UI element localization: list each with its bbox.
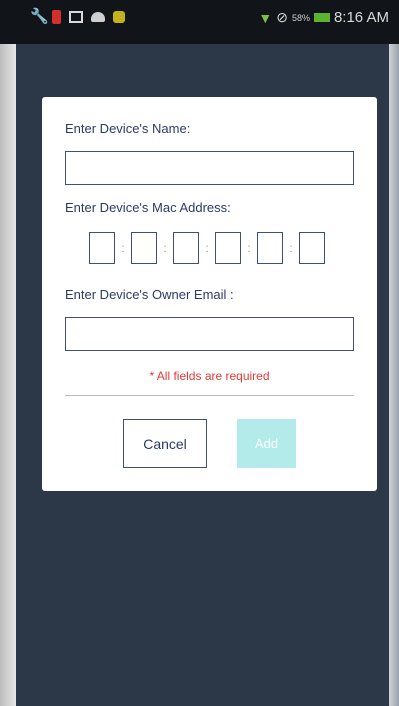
status-bar: 🔧 ▼ ⊘ 58% 8:16 AM [0,0,399,44]
no-sim-icon: ⊘ [276,9,288,25]
left-edge-strip [0,0,16,706]
device-name-input[interactable] [65,151,354,185]
battery-alert-icon [52,10,61,24]
mac-separator: : [163,241,167,255]
android-icon [91,12,105,22]
mac-address-fields: : : : : : [89,231,325,265]
device-name-label: Enter Device's Name: [65,121,191,136]
status-notifications: 🔧 [30,8,125,25]
wifi-icon: ▼ [258,9,273,26]
owner-email-label: Enter Device's Owner Email : [65,287,234,302]
owner-email-input[interactable] [65,317,354,351]
cancel-button[interactable]: Cancel [123,419,207,468]
mac-address-label: Enter Device's Mac Address: [65,200,231,215]
required-fields-notice: * All fields are required [149,369,270,383]
mac-octet-3-input[interactable] [173,232,199,264]
image-icon [69,11,83,23]
shopping-bag-icon [113,11,125,23]
mac-separator: : [205,241,209,255]
battery-percent: 58% [291,12,310,23]
add-button[interactable]: Add [237,419,296,468]
mac-octet-4-input[interactable] [215,232,241,264]
clock: 8:16 AM [333,9,389,26]
mac-separator: : [289,241,293,255]
wrench-icon: 🔧 [30,8,49,25]
add-device-dialog: Enter Device's Name: Enter Device's Mac … [42,97,377,491]
mac-octet-6-input[interactable] [299,232,325,264]
mac-octet-5-input[interactable] [257,232,283,264]
mac-octet-2-input[interactable] [131,232,157,264]
status-system: ▼ ⊘ 58% 8:16 AM [258,9,389,26]
mac-separator: : [247,241,251,255]
mac-separator: : [121,241,125,255]
mac-octet-1-input[interactable] [89,232,115,264]
battery-icon [313,13,330,22]
divider [65,395,354,396]
right-edge-strip [389,0,399,706]
